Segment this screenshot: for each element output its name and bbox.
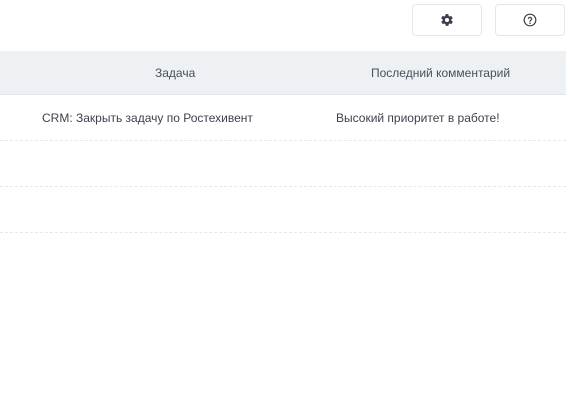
- table-row[interactable]: CRM: Закрыть задачу по Ростехивент Высок…: [0, 95, 566, 141]
- column-header-last-comment[interactable]: Последний комментарий: [371, 51, 510, 94]
- table-row: [0, 141, 566, 187]
- question-circle-icon: [523, 13, 537, 27]
- toolbar: [0, 4, 574, 38]
- column-header-task[interactable]: Задача: [155, 51, 195, 94]
- gear-icon: [440, 13, 454, 27]
- settings-button[interactable]: [412, 4, 482, 36]
- tasks-table: Задача Последний комментарий CRM: Закрыт…: [0, 51, 566, 233]
- task-cell[interactable]: CRM: Закрыть задачу по Ростехивент: [42, 95, 253, 140]
- help-button[interactable]: [495, 4, 565, 36]
- table-header: Задача Последний комментарий: [0, 51, 566, 95]
- table-row: [0, 187, 566, 233]
- page: Задача Последний комментарий CRM: Закрыт…: [0, 0, 574, 419]
- comment-cell: Высокий приоритет в работе!: [336, 111, 500, 125]
